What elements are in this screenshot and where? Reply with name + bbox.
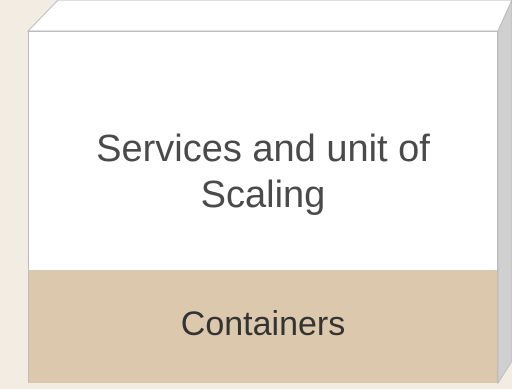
cube-top-face: [26, 0, 512, 32]
cube-front-face: Services and unit of Scaling Containers: [28, 31, 498, 383]
services-label: Services and unit of Scaling: [96, 128, 430, 216]
cube-side-face: [497, 0, 512, 385]
containers-band: Containers: [29, 270, 497, 383]
diagram-stage: Services and unit of Scaling Containers: [0, 0, 512, 389]
containers-label: Containers: [180, 305, 346, 343]
